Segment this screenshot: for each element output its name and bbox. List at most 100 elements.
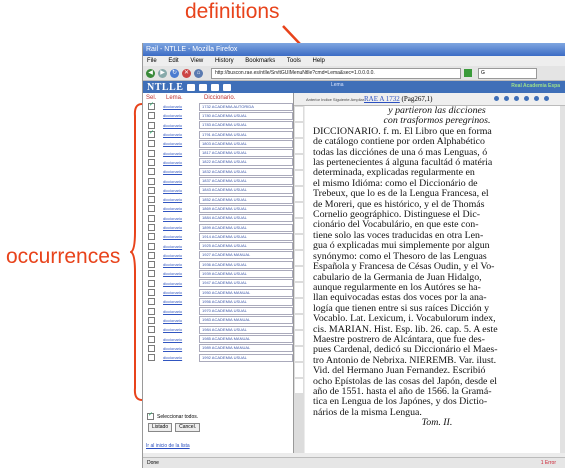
row-checkbox[interactable]	[148, 196, 155, 204]
row-checkbox[interactable]	[148, 270, 155, 278]
row-checkbox[interactable]	[148, 140, 155, 148]
row-dictionary[interactable]: 1936 ACADEMIA USUAL	[199, 260, 293, 269]
row-lema-link[interactable]: diccionario	[163, 318, 191, 323]
row-lema-link[interactable]: diccionario	[163, 151, 191, 156]
row-checkbox[interactable]	[148, 177, 155, 185]
prev-page-icon[interactable]	[514, 96, 519, 101]
thumbnail[interactable]	[295, 347, 303, 361]
thumbnail[interactable]	[295, 283, 303, 297]
row-checkbox[interactable]	[148, 168, 155, 176]
thumbnail[interactable]	[295, 139, 303, 153]
row-lema-link[interactable]: diccionario	[163, 216, 191, 221]
row-lema-link[interactable]: diccionario	[163, 271, 191, 276]
occurrence-row[interactable]: diccionario 1985 ACADEMIA MANUAL	[143, 334, 293, 344]
row-dictionary[interactable]: 1914 ACADEMIA USUAL	[199, 232, 293, 241]
back-icon[interactable]: ◀	[146, 68, 155, 78]
occurrence-row[interactable]: diccionario 1925 ACADEMIA USUAL	[143, 241, 293, 251]
row-dictionary[interactable]: 1803 ACADEMIA USUAL	[199, 139, 293, 148]
print-page-icon[interactable]	[534, 96, 539, 101]
row-checkbox[interactable]	[148, 261, 155, 269]
row-dictionary[interactable]: 1843 ACADEMIA USUAL	[199, 186, 293, 195]
row-lema-link[interactable]: diccionario	[163, 253, 191, 258]
row-dictionary[interactable]: 1985 ACADEMIA MANUAL	[199, 335, 293, 344]
row-dictionary[interactable]: 1780 ACADEMIA USUAL	[199, 111, 293, 120]
thumbnail[interactable]	[295, 299, 303, 313]
occurrence-row[interactable]: diccionario 1837 ACADEMIA USUAL	[143, 176, 293, 186]
occurrence-row[interactable]: diccionario 1783 ACADEMIA USUAL	[143, 121, 293, 130]
row-checkbox[interactable]	[148, 186, 155, 194]
row-lema-link[interactable]: diccionario	[163, 113, 191, 118]
thumbnail[interactable]	[295, 155, 303, 169]
row-lema-link[interactable]: diccionario	[163, 346, 191, 351]
row-checkbox[interactable]	[148, 251, 155, 259]
thumbnail[interactable]	[295, 107, 303, 121]
row-lema-link[interactable]: diccionario	[163, 104, 191, 109]
occurrence-row[interactable]: diccionario 1832 ACADEMIA USUAL	[143, 167, 293, 176]
thumbnail[interactable]	[295, 123, 303, 137]
row-dictionary[interactable]: 1983 ACADEMIA MANUAL	[199, 316, 293, 325]
row-lema-link[interactable]: diccionario	[163, 132, 191, 137]
listado-button[interactable]: Listado	[148, 423, 173, 432]
row-dictionary[interactable]: 1925 ACADEMIA USUAL	[199, 242, 293, 251]
row-dictionary[interactable]: 1852 ACADEMIA USUAL	[199, 195, 293, 204]
row-lema-link[interactable]: diccionario	[163, 309, 191, 314]
next-page-icon[interactable]	[524, 96, 529, 101]
row-checkbox[interactable]	[148, 354, 155, 362]
menu-bookmarks[interactable]: Bookmarks	[245, 58, 275, 64]
occurrence-row[interactable]: diccionario 1732 ACADEMIA AUTORIDA	[143, 101, 293, 111]
occurrence-row[interactable]: diccionario 1843 ACADEMIA USUAL	[143, 186, 293, 195]
thumbnail[interactable]	[295, 203, 303, 217]
row-dictionary[interactable]: 1947 ACADEMIA USUAL	[199, 279, 293, 288]
row-lema-link[interactable]: diccionario	[163, 337, 191, 342]
row-dictionary[interactable]: 1732 ACADEMIA AUTORIDA	[199, 102, 293, 111]
thumbnail[interactable]	[295, 187, 303, 201]
occurrence-row[interactable]: diccionario 1791 ACADEMIA USUAL	[143, 129, 293, 139]
export-icon[interactable]	[223, 83, 232, 91]
thumbnail[interactable]	[295, 331, 303, 345]
occurrence-row[interactable]: diccionario 1899 ACADEMIA USUAL	[143, 223, 293, 232]
go-button[interactable]	[464, 69, 472, 77]
row-dictionary[interactable]: 1939 ACADEMIA USUAL	[199, 269, 293, 278]
menu-history[interactable]: History	[215, 58, 234, 64]
thumbnail[interactable]	[295, 171, 303, 185]
occurrence-row[interactable]: diccionario 1852 ACADEMIA USUAL	[143, 195, 293, 204]
viewer-scrollbar[interactable]	[560, 106, 565, 453]
menu-tools[interactable]: Tools	[287, 58, 301, 64]
row-checkbox[interactable]	[148, 205, 155, 213]
row-lema-link[interactable]: diccionario	[163, 188, 191, 193]
row-checkbox[interactable]	[148, 214, 155, 222]
row-checkbox[interactable]	[148, 242, 155, 250]
viewer-nav-links[interactable]: Anterior Indice Siguiente Ampliar	[306, 97, 364, 102]
row-dictionary[interactable]: 1956 ACADEMIA USUAL	[199, 297, 293, 306]
occurrence-row[interactable]: diccionario 1869 ACADEMIA USUAL	[143, 204, 293, 213]
row-dictionary[interactable]: 1783 ACADEMIA USUAL	[199, 121, 293, 130]
thumbnail[interactable]	[295, 235, 303, 249]
thumbnail[interactable]	[295, 379, 303, 393]
zoom-in-icon[interactable]	[494, 96, 499, 101]
row-lema-link[interactable]: diccionario	[163, 169, 191, 174]
occurrence-row[interactable]: diccionario 1992 ACADEMIA USUAL	[143, 353, 293, 362]
folder-icon[interactable]	[199, 83, 208, 91]
row-lema-link[interactable]: diccionario	[163, 244, 191, 249]
row-lema-link[interactable]: diccionario	[163, 123, 191, 128]
menu-help[interactable]: Help	[313, 58, 325, 64]
row-dictionary[interactable]: 1791 ACADEMIA USUAL	[199, 130, 293, 139]
select-all[interactable]: Seleccionar todos.	[147, 411, 198, 420]
menu-file[interactable]: File	[147, 58, 157, 64]
row-dictionary[interactable]: 1899 ACADEMIA USUAL	[199, 223, 293, 232]
occurrence-row[interactable]: diccionario 1817 ACADEMIA USUAL	[143, 148, 293, 158]
search-input[interactable]: G	[478, 67, 537, 79]
occurrence-row[interactable]: diccionario 1939 ACADEMIA USUAL	[143, 269, 293, 278]
occurrence-row[interactable]: diccionario 1780 ACADEMIA USUAL	[143, 111, 293, 120]
occurrence-row[interactable]: diccionario 1984 ACADEMIA USUAL	[143, 325, 293, 334]
row-checkbox[interactable]	[148, 112, 155, 120]
row-dictionary[interactable]: 1970 ACADEMIA USUAL	[199, 307, 293, 316]
row-checkbox[interactable]	[148, 344, 155, 352]
occurrence-row[interactable]: diccionario 1936 ACADEMIA USUAL	[143, 260, 293, 269]
url-input[interactable]: http://buscon.rae.es/ntlle/SrvltGUIMenuN…	[211, 67, 461, 79]
stop-icon[interactable]: ✕	[182, 68, 191, 78]
thumbnail[interactable]	[295, 315, 303, 329]
occurrence-row[interactable]: diccionario 1884 ACADEMIA USUAL	[143, 214, 293, 223]
top-of-list-link[interactable]: Ir al inicio de la lista	[146, 443, 190, 449]
document-icon[interactable]	[211, 83, 220, 91]
